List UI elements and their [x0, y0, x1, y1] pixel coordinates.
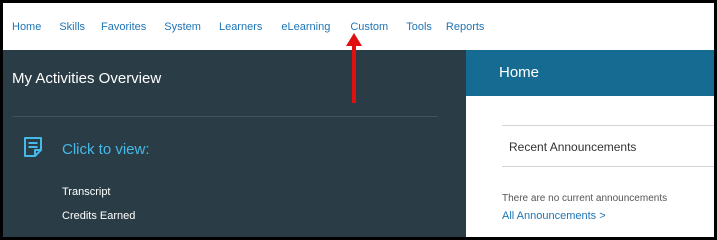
- nav-system[interactable]: System: [164, 21, 201, 33]
- credits-earned-link[interactable]: Credits Earned: [62, 210, 135, 222]
- nav-favorites[interactable]: Favorites: [101, 21, 146, 33]
- activities-overview-panel: My Activities Overview Click to view: Tr…: [3, 50, 466, 237]
- nav-elearning[interactable]: eLearning: [281, 21, 330, 33]
- document-icon: [24, 137, 42, 157]
- nav-custom[interactable]: Custom: [350, 21, 388, 33]
- announcements-panel: Recent Announcements There are no curren…: [466, 96, 714, 237]
- nav-tools[interactable]: Tools: [406, 21, 432, 33]
- nav-skills[interactable]: Skills: [59, 21, 85, 33]
- screenshot-frame: Home Skills Favorites System Learners eL…: [0, 0, 717, 240]
- no-announcements-text: There are no current announcements: [502, 193, 668, 204]
- home-title: Home: [499, 64, 540, 81]
- red-arrow-up-icon: [346, 33, 362, 103]
- nav-learners[interactable]: Learners: [219, 21, 262, 33]
- divider: [502, 166, 714, 167]
- click-to-view-label: Click to view:: [62, 141, 150, 158]
- divider: [12, 116, 438, 117]
- transcript-link[interactable]: Transcript: [62, 186, 111, 198]
- home-panel-header: Home: [466, 50, 714, 96]
- all-announcements-link[interactable]: All Announcements >: [502, 210, 606, 222]
- nav-reports[interactable]: Reports: [446, 21, 485, 33]
- divider: [502, 125, 714, 126]
- panel-title: My Activities Overview: [12, 70, 162, 87]
- nav-home[interactable]: Home: [12, 21, 41, 33]
- recent-announcements-heading: Recent Announcements: [509, 140, 637, 154]
